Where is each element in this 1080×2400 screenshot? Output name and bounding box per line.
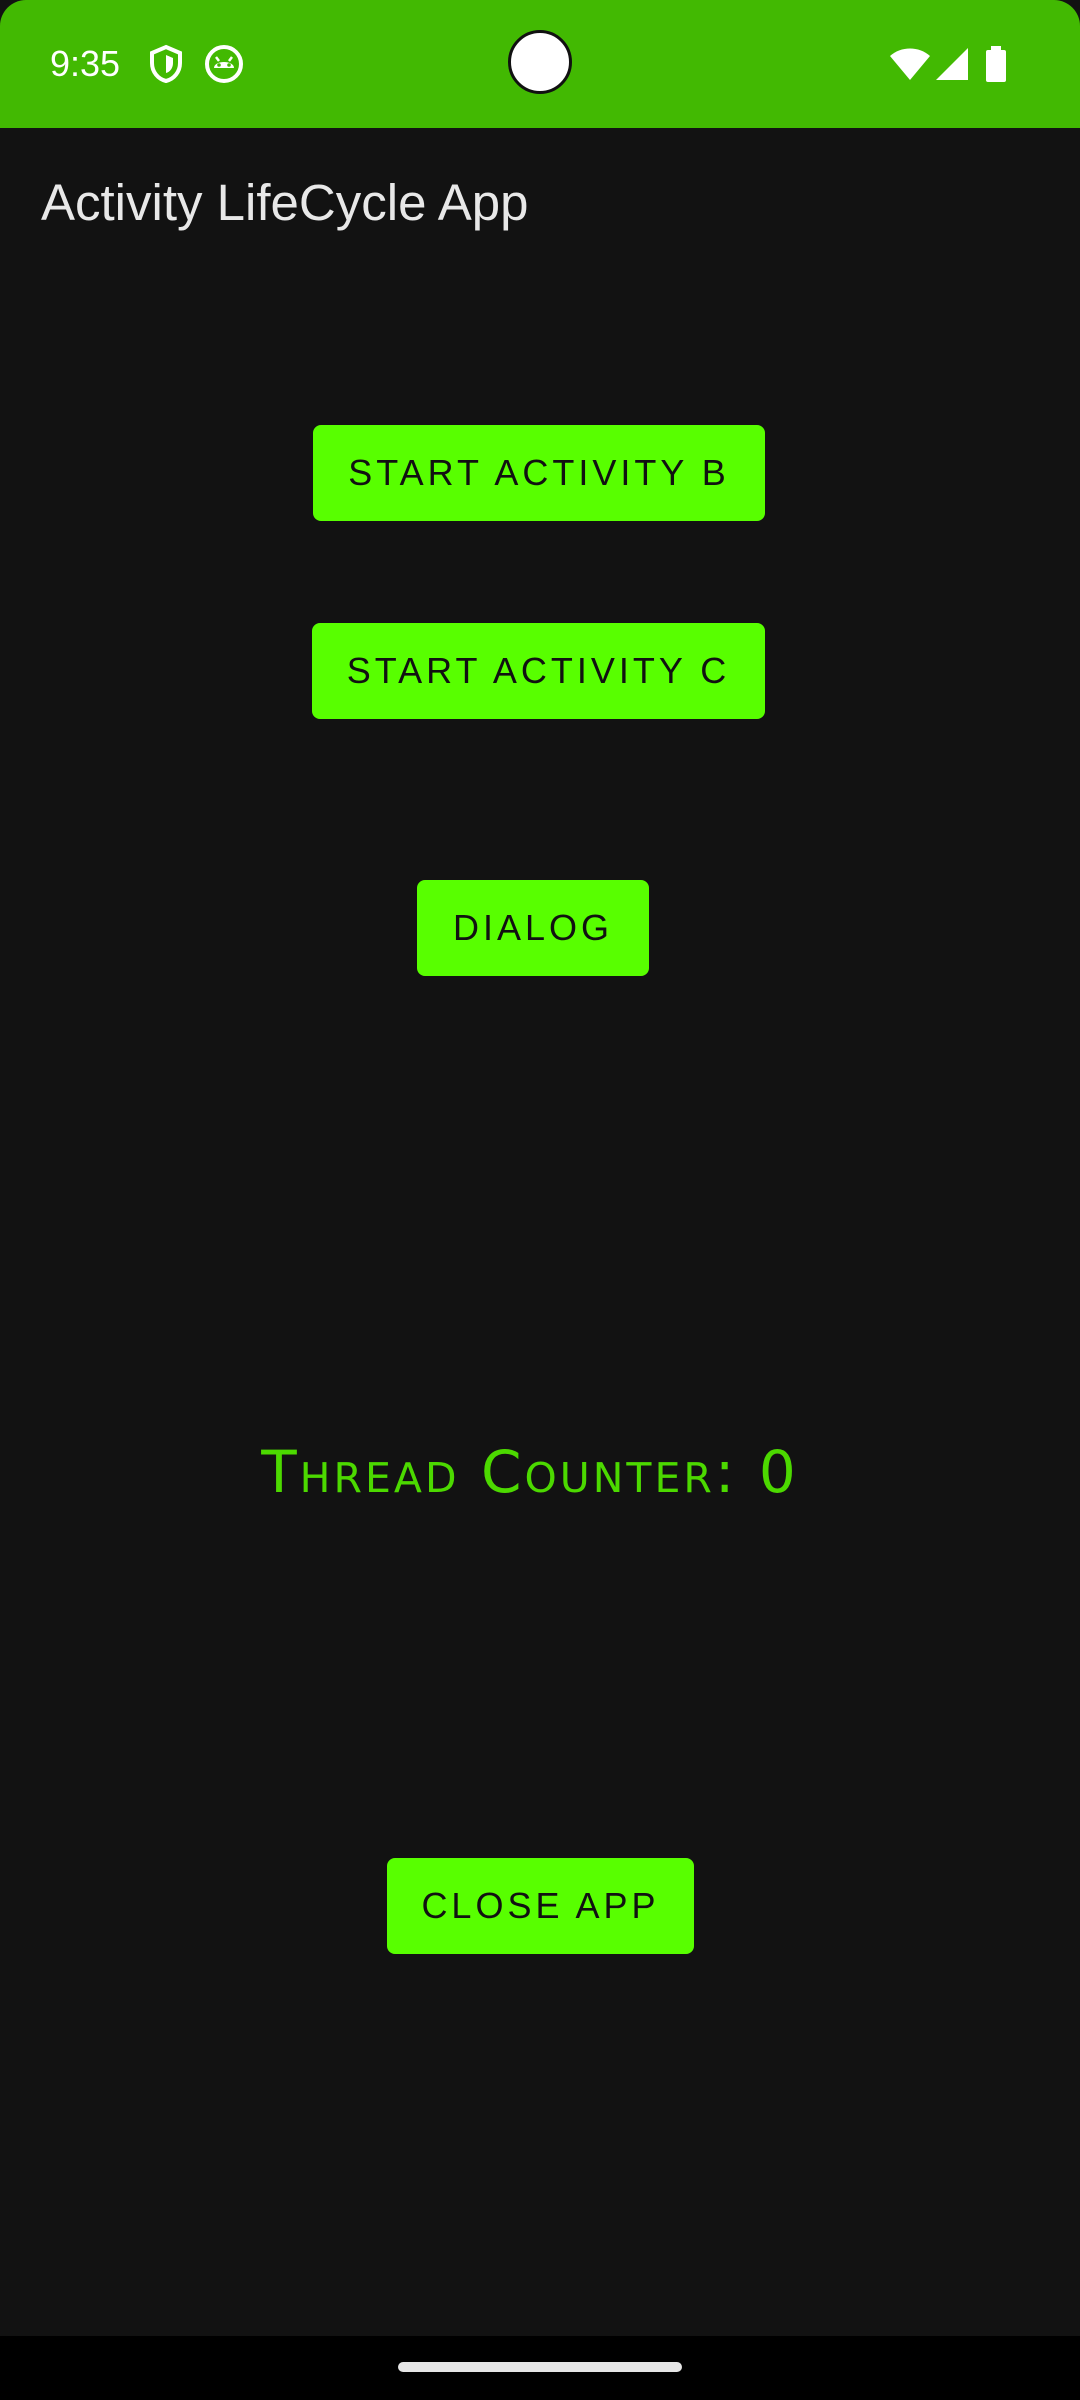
close-app-button[interactable]: CLOSE APP <box>387 1858 694 1954</box>
status-time: 9:35 <box>50 43 121 84</box>
android-bot-icon <box>205 45 243 83</box>
app-screen: 9:35 Activity LifeCycle App START ACTIVI… <box>0 0 1080 2400</box>
shield-icon <box>150 44 182 84</box>
dialog-button[interactable]: DIALOG <box>417 880 649 976</box>
start-activity-c-button[interactable]: START ACTIVITY C <box>312 623 765 719</box>
home-gesture-handle[interactable] <box>398 2362 682 2372</box>
cellular-signal-icon <box>936 48 968 80</box>
thread-counter-label: Thread Counter: 0 <box>261 1438 799 1506</box>
start-activity-b-button[interactable]: START ACTIVITY B <box>313 425 765 521</box>
camera-cutout <box>508 30 572 94</box>
wifi-icon <box>890 48 930 80</box>
status-bar: 9:35 <box>0 0 1080 128</box>
app-title: Activity LifeCycle App <box>41 174 529 231</box>
battery-icon <box>986 46 1006 82</box>
